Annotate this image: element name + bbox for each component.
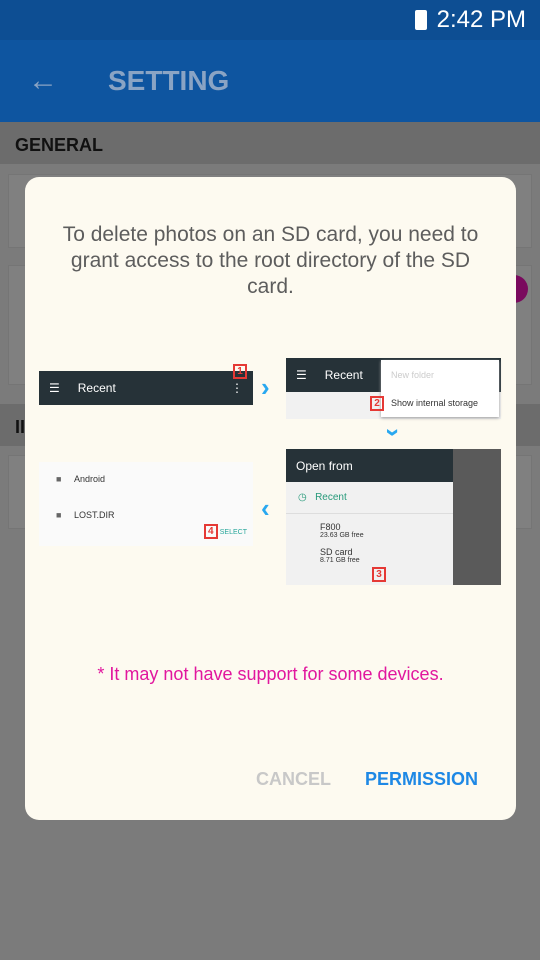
menu-item-show-internal: Show internal storage [391,398,479,408]
app-bar: ← SETTING [0,40,540,122]
menu-item-new-folder: New folder [391,370,435,380]
device-free: 23.63 GB free [320,532,364,539]
device-support-note: * It may not have support for some devic… [97,664,444,684]
back-arrow-icon[interactable]: ← [28,64,108,98]
folder-lost-dir: LOST.DIR [73,510,115,518]
step-badge-3: 3 [372,567,386,582]
step1-title: Recent [77,381,116,395]
cancel-button[interactable]: CANCEL [256,769,331,790]
step2-title: Recent [324,368,363,382]
chevron-left-icon: ‹ [261,493,270,523]
section-general: GENERAL [0,122,540,164]
sd-free: 8.71 GB free [320,557,360,564]
menu-icon: ☰ [296,368,307,382]
page-title: SETTING [108,65,230,96]
step4-screenshot: ■ Android ■ LOST.DIR 4 SELECT [39,462,253,546]
sd-permission-dialog: To delete photos on an SD card, you need… [25,177,516,820]
more-icon: ⋮ [231,381,243,395]
folder-android: Android [73,474,105,484]
status-bar: 2:42 PM [0,0,540,40]
step-badge-2: 2 [370,396,384,411]
step1-toolbar: ☰ Recent ⋮ [39,371,253,405]
dialog-message: To delete photos on an SD card, you need… [62,223,479,298]
clock: 2:42 PM [436,6,526,33]
battery-icon [414,10,427,30]
sd-name: SD card [320,547,353,557]
menu-icon: ☰ [49,381,60,395]
device-name: F800 [320,522,341,532]
folder-icon: ■ [56,474,62,484]
clock-icon: ◷ [298,492,307,503]
chevron-down-icon: › [378,428,409,437]
step3-screenshot: Open from ◷ Recent F800 23.63 GB free SD … [286,449,501,585]
permission-button[interactable]: PERMISSION [365,769,478,790]
select-label: SELECT [219,529,247,536]
step2-screenshot: ☰ Recent New folder Show internal storag… [286,358,501,419]
step-badge-1: 1 [233,364,247,379]
recent-item: Recent [315,492,347,503]
step-badge-4: 4 [203,524,218,539]
chevron-right-icon: › [261,372,270,402]
